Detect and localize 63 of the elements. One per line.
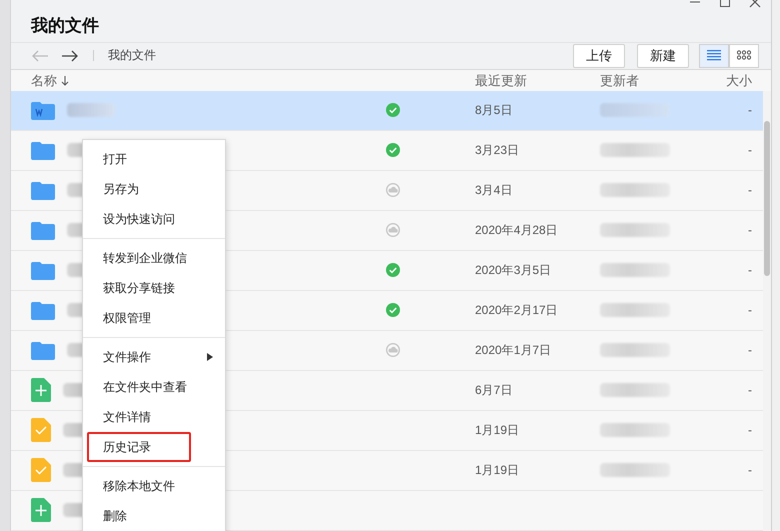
folder-icon <box>31 340 55 360</box>
menu-item[interactable]: 文件操作 <box>83 342 225 372</box>
date-cell: 1月19日 <box>475 462 520 477</box>
column-header[interactable]: 名称 <box>31 72 57 90</box>
size-cell: - <box>748 263 752 278</box>
column-header[interactable]: 大小 <box>726 72 752 90</box>
plus-document-icon <box>31 498 51 522</box>
size-cell: - <box>748 223 752 238</box>
folder-icon <box>31 180 55 200</box>
toolbar-button[interactable]: 新建 <box>637 44 689 68</box>
date-cell: 6月7日 <box>475 382 512 397</box>
grid-view-button[interactable] <box>729 44 759 68</box>
date-cell: 3月23日 <box>475 142 520 157</box>
date-cell: 2020年1月7日 <box>475 342 552 357</box>
forward-arrow-icon[interactable] <box>61 50 79 62</box>
size-cell: - <box>748 423 752 438</box>
check-document-icon <box>31 418 51 442</box>
window-title: 我的文件 <box>31 14 99 37</box>
redacted-name <box>600 423 670 438</box>
folder-icon <box>31 100 55 120</box>
date-cell: 8月5日 <box>475 102 512 117</box>
date-cell: 1月19日 <box>475 422 520 437</box>
size-cell: - <box>748 143 752 158</box>
date-cell: 2020年3月5日 <box>475 262 552 277</box>
folder-icon <box>31 260 55 280</box>
list-view-button[interactable] <box>699 44 729 68</box>
column-header[interactable]: 最近更新 <box>475 72 527 90</box>
scrollbar[interactable] <box>763 91 771 531</box>
folder-icon <box>31 140 55 160</box>
breadcrumb[interactable]: 我的文件 <box>108 47 156 64</box>
redacted-name <box>600 143 670 158</box>
column-header[interactable]: 更新者 <box>600 72 639 90</box>
redacted-name <box>600 263 670 278</box>
size-cell: - <box>748 103 752 118</box>
menu-item[interactable]: 另存为 <box>83 174 225 204</box>
size-cell: - <box>748 343 752 358</box>
menu-item[interactable]: 在文件夹中查看 <box>83 372 225 402</box>
date-cell: 2020年2月17日 <box>475 302 558 317</box>
list-icon <box>707 50 721 62</box>
redacted-name <box>600 183 670 198</box>
menu-item[interactable]: 权限管理 <box>83 303 225 333</box>
date-cell: 2020年4月28日 <box>475 222 558 237</box>
redacted-name <box>600 343 670 358</box>
folder-icon <box>31 220 55 240</box>
redacted-name <box>600 223 670 238</box>
toolbar-button[interactable]: 上传 <box>573 44 625 68</box>
menu-item[interactable]: 删除 <box>83 501 225 531</box>
size-cell: - <box>748 183 752 198</box>
size-cell: - <box>748 463 752 478</box>
size-cell: - <box>748 303 752 318</box>
folder-icon <box>31 300 55 320</box>
check-document-icon <box>31 458 51 482</box>
redacted-name <box>67 103 115 118</box>
plus-document-icon <box>31 378 51 402</box>
sort-arrow-icon <box>61 76 69 86</box>
date-cell: 3月4日 <box>475 182 512 197</box>
redacted-name <box>600 303 670 318</box>
size-cell: - <box>748 383 752 398</box>
file-row[interactable]: 8月5日 - <box>11 90 763 131</box>
redacted-name <box>600 383 670 398</box>
redacted-name <box>600 103 670 118</box>
redacted-name <box>600 463 670 478</box>
grid-icon <box>737 50 751 62</box>
